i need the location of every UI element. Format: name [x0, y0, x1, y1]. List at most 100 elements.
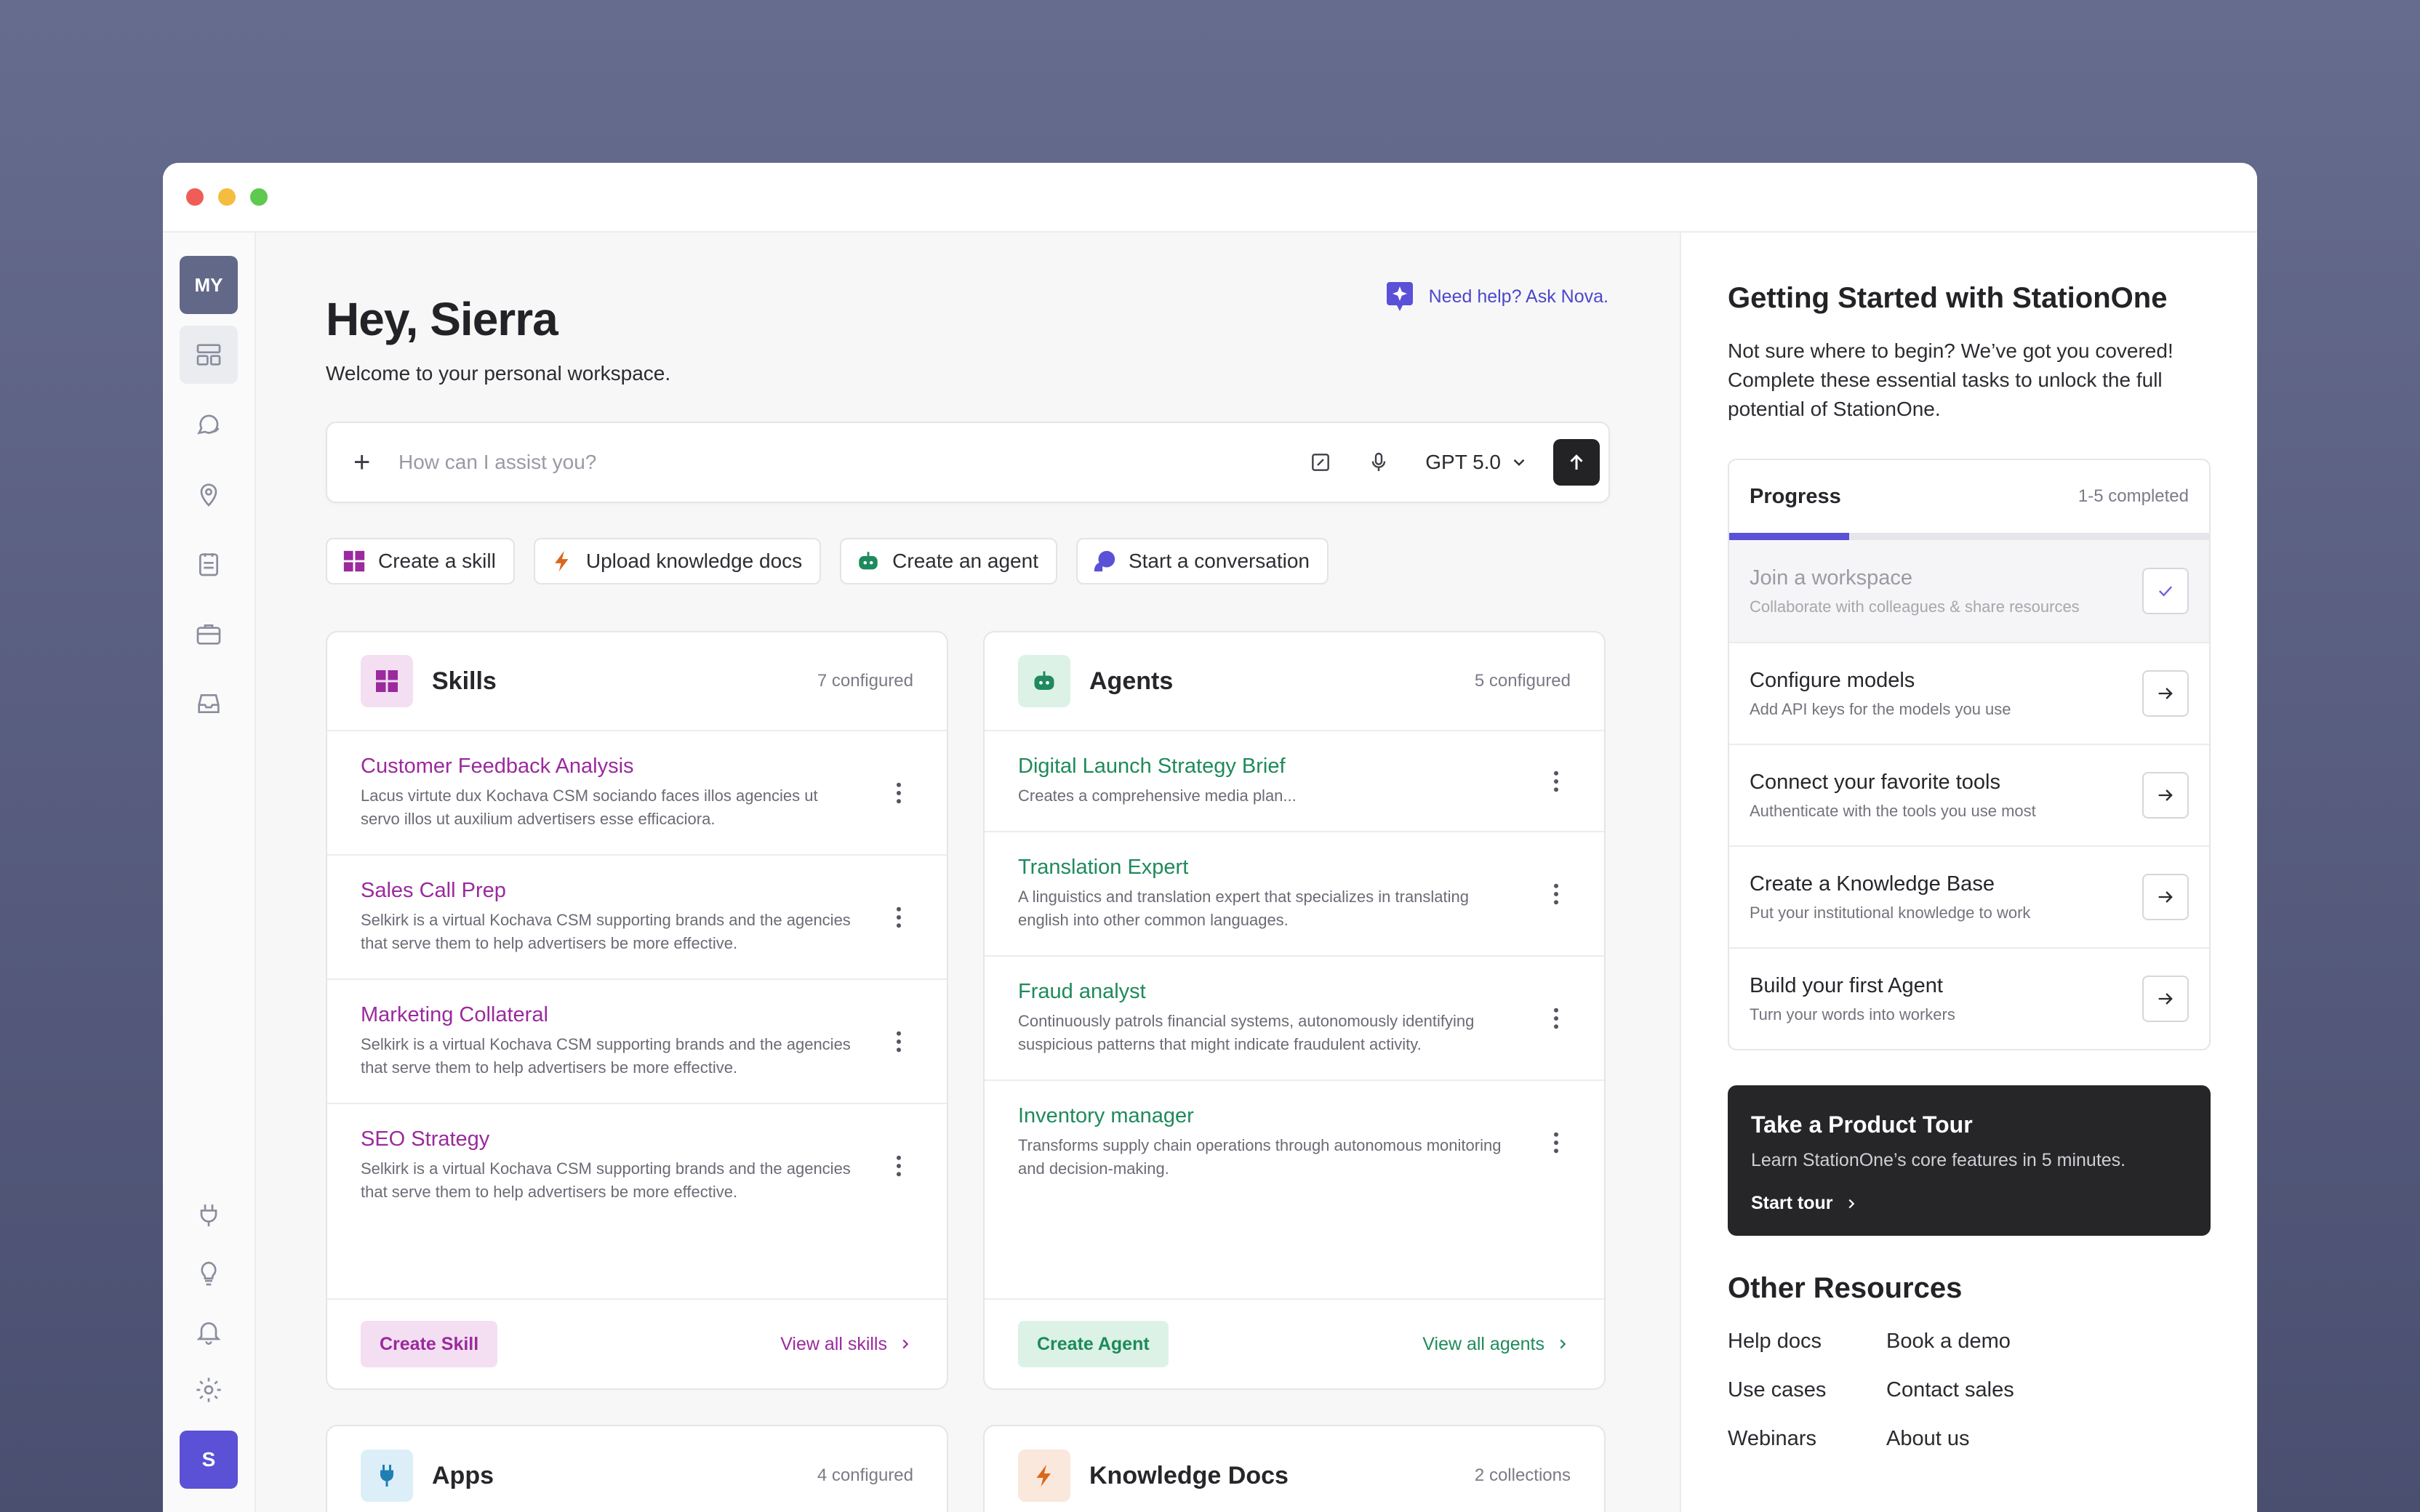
user-avatar[interactable]: S — [180, 1431, 238, 1489]
create-skill-button[interactable]: Create Skill — [361, 1321, 498, 1367]
item-name[interactable]: Sales Call Prep — [361, 879, 855, 903]
progress-bar — [1729, 533, 2209, 540]
item-name[interactable]: Fraud analyst — [1018, 980, 1512, 1004]
tour-desc: Learn StationOne’s core features in 5 mi… — [1751, 1150, 2126, 1170]
item-name[interactable]: Marketing Collateral — [361, 1003, 855, 1027]
task-go-button[interactable] — [2142, 976, 2189, 1022]
plug-icon — [380, 1465, 394, 1487]
send-button[interactable] — [1553, 439, 1600, 486]
task-item[interactable]: Build your first Agent Turn your words in… — [1729, 947, 2209, 1049]
skills-card: Skills 7 configured Customer Feedback An… — [326, 631, 948, 1390]
quick-actions: Create a skill Upload knowledge docs Cre… — [326, 538, 1610, 584]
minimize-window-button[interactable] — [218, 188, 236, 206]
ask-nova-link[interactable]: Need help? Ask Nova. — [1382, 279, 1608, 314]
item-name[interactable]: SEO Strategy — [361, 1127, 855, 1151]
skill-grid-icon — [343, 550, 365, 572]
nav-conversations[interactable] — [180, 395, 238, 454]
prompt-input[interactable] — [398, 451, 1281, 474]
item-name[interactable]: Translation Expert — [1018, 856, 1512, 880]
task-done-button[interactable] — [2142, 568, 2189, 614]
card-title: Knowledge Docs — [1089, 1461, 1289, 1489]
more-options-icon[interactable] — [1542, 1008, 1571, 1029]
create-skill-chip[interactable]: Create a skill — [326, 538, 515, 584]
nav-dashboard[interactable] — [180, 326, 238, 384]
start-conversation-chip[interactable]: Start a conversation — [1075, 538, 1329, 584]
more-options-icon[interactable] — [1542, 1132, 1571, 1154]
progress-card: Progress 1-5 completed Join a workspace C… — [1728, 459, 2211, 1050]
nav-tasks[interactable] — [180, 535, 238, 593]
task-go-button[interactable] — [2142, 874, 2189, 920]
item-desc: Selkirk is a virtual Kochava CSM support… — [361, 1159, 851, 1201]
list-item[interactable]: Fraud analyst Continuously patrols financ… — [985, 957, 1604, 1081]
resources-links: Help docs Book a demo Use cases Contact … — [1728, 1330, 2211, 1451]
workspace-avatar[interactable]: MY — [180, 256, 238, 314]
add-attachment-button[interactable]: + — [353, 448, 374, 477]
nav-ideas[interactable] — [180, 1244, 238, 1303]
task-item[interactable]: Connect your favorite tools Authenticate … — [1729, 744, 2209, 845]
item-name[interactable]: Inventory manager — [1018, 1104, 1512, 1128]
main-content: Need help? Ask Nova. Hey, Sierra Welcome… — [256, 233, 1681, 1512]
nav-notifications[interactable] — [180, 1303, 238, 1361]
resource-link[interactable]: Contact sales — [1886, 1378, 2061, 1402]
title-bar — [163, 163, 2257, 233]
create-agent-button[interactable]: Create Agent — [1018, 1321, 1169, 1367]
nav-integrations[interactable] — [180, 1186, 238, 1244]
start-tour-label: Start tour — [1751, 1193, 1833, 1213]
more-options-icon[interactable] — [884, 1155, 913, 1177]
list-item[interactable]: Translation Expert A linguistics and tran… — [985, 832, 1604, 957]
list-item[interactable]: SEO Strategy Selkirk is a virtual Kochava… — [327, 1104, 947, 1227]
list-item[interactable]: Sales Call Prep Selkirk is a virtual Koch… — [327, 856, 947, 980]
more-options-icon[interactable] — [1542, 883, 1571, 905]
compose-button[interactable] — [1303, 445, 1338, 480]
chat-icon — [197, 414, 220, 435]
list-item[interactable]: Digital Launch Strategy Brief Creates a c… — [985, 731, 1604, 832]
resource-link[interactable]: Help docs — [1728, 1330, 1886, 1354]
voice-input-button[interactable] — [1361, 445, 1396, 480]
robot-icon — [1034, 671, 1054, 690]
resource-link[interactable]: About us — [1886, 1427, 2061, 1451]
task-go-button[interactable] — [2142, 772, 2189, 819]
resource-link[interactable]: Use cases — [1728, 1378, 1886, 1402]
resource-link[interactable]: Book a demo — [1886, 1330, 2061, 1354]
progress-bar-fill — [1729, 533, 1849, 540]
arrow-up-icon — [1570, 454, 1583, 470]
task-sub: Add API keys for the models you use — [1750, 699, 2011, 718]
item-name[interactable]: Customer Feedback Analysis — [361, 755, 855, 779]
task-item[interactable]: Create a Knowledge Base Put your institut… — [1729, 845, 2209, 947]
close-window-button[interactable] — [186, 188, 204, 206]
knowledge-card-icon-wrap — [1018, 1449, 1070, 1502]
more-options-icon[interactable] — [1542, 771, 1571, 792]
nav-work[interactable] — [180, 605, 238, 663]
check-icon — [2159, 586, 2173, 597]
task-item[interactable]: Join a workspace Collaborate with colleag… — [1729, 540, 2209, 642]
apps-card: Apps 4 configured — [326, 1425, 948, 1512]
tour-title: Take a Product Tour — [1751, 1111, 1973, 1138]
nav-explore[interactable] — [180, 465, 238, 523]
more-options-icon[interactable] — [884, 782, 913, 804]
start-tour-link[interactable]: Start tour — [1751, 1193, 2187, 1214]
model-selector[interactable]: GPT 5.0 — [1425, 451, 1528, 474]
maximize-window-button[interactable] — [250, 188, 268, 206]
task-item[interactable]: Configure models Add API keys for the mod… — [1729, 642, 2209, 744]
task-go-button[interactable] — [2142, 670, 2189, 717]
nav-settings[interactable] — [180, 1361, 238, 1419]
task-name: Join a workspace — [1750, 566, 1913, 590]
list-item[interactable]: Marketing Collateral Selkirk is a virtual… — [327, 980, 947, 1104]
item-name[interactable]: Digital Launch Strategy Brief — [1018, 755, 1512, 779]
lightbulb-icon — [201, 1261, 217, 1286]
view-all-agents-link[interactable]: View all agents — [1422, 1334, 1571, 1355]
create-agent-chip[interactable]: Create an agent — [840, 538, 1057, 584]
apps-card-icon-wrap — [361, 1449, 413, 1502]
task-sub: Collaborate with colleagues & share reso… — [1750, 597, 2080, 616]
knowledge-docs-card: Knowledge Docs 2 collections — [983, 1425, 1606, 1512]
view-all-skills-link[interactable]: View all skills — [780, 1334, 913, 1355]
card-title: Apps — [432, 1461, 494, 1489]
more-options-icon[interactable] — [884, 906, 913, 928]
list-item[interactable]: Customer Feedback Analysis Lacus virtute … — [327, 731, 947, 856]
upload-docs-chip[interactable]: Upload knowledge docs — [533, 538, 822, 584]
nav-inbox[interactable] — [180, 675, 238, 733]
resource-link[interactable]: Webinars — [1728, 1427, 1886, 1451]
list-item[interactable]: Inventory manager Transforms supply chain… — [985, 1081, 1604, 1204]
more-options-icon[interactable] — [884, 1031, 913, 1053]
inbox-icon — [198, 694, 220, 713]
